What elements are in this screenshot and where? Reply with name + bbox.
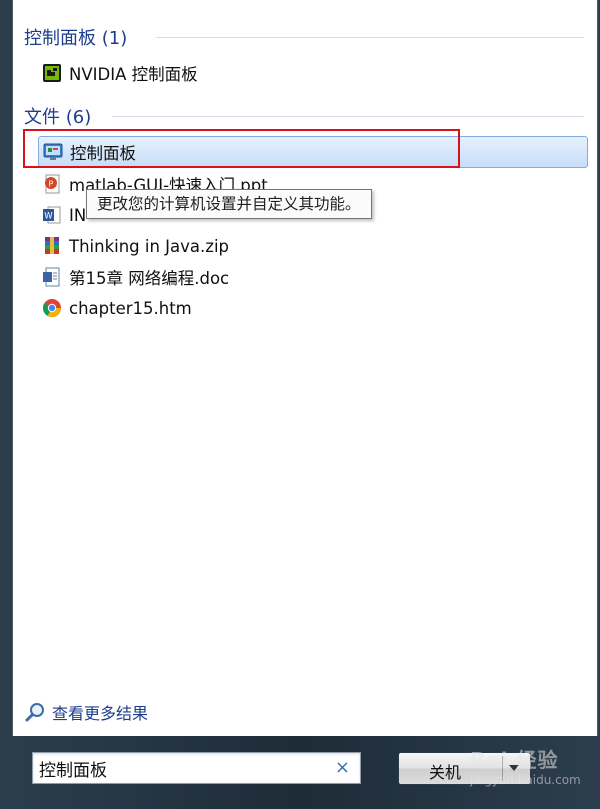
group-divider: [156, 37, 584, 38]
chrome-icon: [42, 298, 62, 318]
search-icon: [24, 701, 46, 723]
result-thinking-in-java-zip[interactable]: Thinking in Java.zip: [38, 231, 586, 261]
nvidia-icon: [42, 63, 62, 83]
search-box[interactable]: ×: [32, 752, 361, 784]
result-label: chapter15.htm: [69, 298, 192, 318]
clear-search-icon[interactable]: ×: [335, 757, 350, 779]
result-label: NVIDIA 控制面板: [69, 65, 198, 84]
group-header-label: 文件 (6): [24, 107, 92, 128]
tooltip-text: 更改您的计算机设置并自定义其功能。: [97, 195, 361, 213]
group-divider: [112, 116, 584, 117]
svg-text:W: W: [44, 212, 53, 222]
watermark-sub: jingyan.baidu.com: [470, 773, 581, 787]
result-nvidia-control-panel[interactable]: NVIDIA 控制面板: [38, 58, 586, 88]
powerpoint-icon: P: [42, 174, 62, 194]
word-document-icon: W: [42, 205, 62, 225]
group-header-label: 控制面板 (1): [24, 28, 128, 49]
result-label: Thinking in Java.zip: [69, 236, 229, 256]
result-chapter15-doc[interactable]: 第15章 网络编程.doc: [38, 262, 586, 292]
svg-text:P: P: [49, 180, 54, 189]
tooltip: 更改您的计算机设置并自定义其功能。: [86, 189, 372, 219]
group-header-files[interactable]: 文件 (6): [24, 103, 584, 129]
result-chapter15-htm[interactable]: chapter15.htm: [38, 293, 586, 323]
watermark-main: Bai 经验: [470, 748, 559, 772]
document-icon: [42, 267, 62, 287]
result-label: 第15章 网络编程.doc: [69, 269, 230, 288]
search-input[interactable]: [39, 756, 329, 780]
result-label: IN: [69, 205, 87, 225]
baidu-watermark: Bai 经验 jingyan.baidu.com: [470, 744, 581, 787]
see-more-results-link[interactable]: 查看更多结果: [24, 700, 148, 724]
archive-icon: [42, 236, 62, 256]
see-more-label: 查看更多结果: [52, 704, 149, 723]
group-header-control-panel[interactable]: 控制面板 (1): [24, 24, 584, 50]
highlight-annotation-box: [23, 129, 460, 168]
shutdown-label: 关机: [429, 763, 462, 782]
